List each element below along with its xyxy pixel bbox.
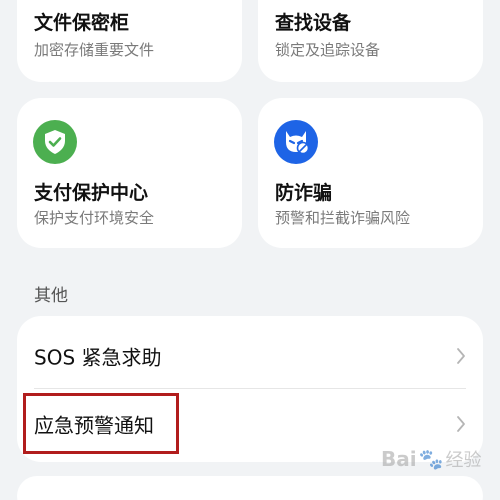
payment-protection-subtitle: 保护支付环境安全 — [34, 209, 155, 227]
find-device-title: 查找设备 — [275, 12, 352, 34]
highlight-annotation-box — [23, 393, 179, 454]
sos-emergency-label: SOS 紧急求助 — [34, 345, 162, 370]
paw-icon: 🐾 — [418, 447, 444, 471]
file-safe-subtitle: 加密存储重要文件 — [34, 41, 155, 59]
file-safe-card[interactable]: 文件保密柜 加密存储重要文件 — [17, 0, 242, 82]
payment-protection-card[interactable]: 支付保护中心 保护支付环境安全 — [17, 98, 242, 248]
find-device-subtitle: 锁定及追踪设备 — [275, 41, 381, 59]
chevron-right-icon — [457, 416, 465, 432]
baidu-watermark: Bai 🐾 经验 — [381, 446, 482, 472]
watermark-text-2: 经验 — [445, 450, 482, 471]
next-settings-card[interactable] — [17, 476, 483, 500]
sos-emergency-row[interactable]: SOS 紧急求助 — [17, 320, 483, 392]
security-settings-page: 文件保密柜 加密存储重要文件 查找设备 锁定及追踪设备 支付保护中心 保护支付环… — [0, 0, 500, 500]
devil-mask-icon — [274, 120, 318, 164]
other-section-label: 其他 — [34, 286, 68, 306]
anti-fraud-title: 防诈骗 — [275, 182, 333, 204]
payment-protection-title: 支付保护中心 — [34, 182, 149, 204]
watermark-text: Bai — [381, 447, 417, 471]
anti-fraud-card[interactable]: 防诈骗 预警和拦截诈骗风险 — [258, 98, 483, 248]
file-safe-title: 文件保密柜 — [34, 12, 130, 34]
chevron-right-icon — [457, 348, 465, 364]
anti-fraud-subtitle: 预警和拦截诈骗风险 — [275, 209, 411, 227]
find-device-card[interactable]: 查找设备 锁定及追踪设备 — [258, 0, 483, 82]
shield-check-icon — [33, 120, 77, 164]
